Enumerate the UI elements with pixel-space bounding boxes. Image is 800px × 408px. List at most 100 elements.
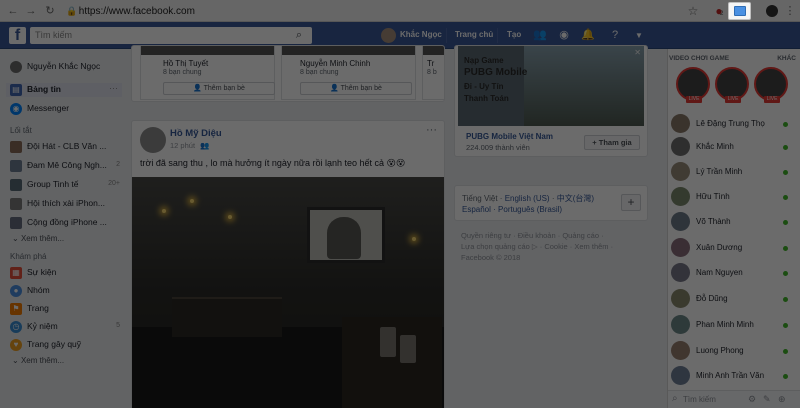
more-options-icon[interactable]: ···: [109, 83, 118, 93]
search-icon[interactable]: ⌕: [293, 29, 305, 41]
explore-label: Sự kiện: [27, 267, 57, 277]
contact-name: Lê Đặng Trung Thọ: [696, 119, 765, 128]
extension-icon[interactable]: ●: [712, 4, 726, 18]
language-row-1: Tiếng Việt · English (US) · 中文(台灣): [462, 194, 595, 203]
bookmark-star-icon[interactable]: ☆: [686, 4, 700, 18]
add-friend-icon: 👤: [193, 85, 204, 92]
memories-clock-icon: ◷: [10, 321, 22, 333]
shortcut-item[interactable]: Cộng đồng iPhone ...: [10, 216, 120, 230]
contact-avatar: [671, 212, 690, 231]
profile-avatar-icon[interactable]: [766, 5, 778, 17]
shortcut-item[interactable]: Hội thích xài iPhon...: [10, 197, 120, 211]
sidebar-item-messenger[interactable]: ◉ Messenger: [10, 102, 120, 116]
profile-avatar[interactable]: [381, 28, 396, 43]
post-options-icon[interactable]: ···: [426, 124, 437, 136]
join-group-button[interactable]: + Tham gia: [584, 135, 640, 150]
search-input[interactable]: Tìm kiếm ⌕: [30, 27, 312, 44]
sidebar-item-news-feed[interactable]: ▤ Bảng tin ···: [6, 83, 122, 97]
explore-item-events[interactable]: ▦ Sự kiện: [10, 266, 120, 280]
language-link-en[interactable]: English (US): [505, 194, 550, 203]
contact-item[interactable]: Võ Thành: [671, 212, 791, 232]
suggestion-card: Hồ Thị Tuyết 8 bạn chung 👤 Thêm bạn bè: [140, 46, 275, 100]
language-link-pt[interactable]: Português (Brasil): [498, 205, 562, 214]
explore-label: Kỷ niệm: [27, 321, 58, 331]
reload-icon[interactable]: ↻: [43, 4, 57, 18]
lock-icon: 🔒: [66, 6, 78, 16]
explore-item-pages[interactable]: ⚑ Trang: [10, 302, 120, 316]
add-language-button[interactable]: +: [621, 194, 641, 211]
group-thumbnail-icon: [10, 179, 22, 191]
footer-line-2[interactable]: Lựa chọn quảng cáo ▷ · Cookie · Xem thêm…: [461, 241, 651, 252]
ad-image[interactable]: Nạp Game PUBG Mobile Đi - Uy Tín Thanh T…: [458, 46, 644, 126]
contact-item[interactable]: Lý Trần Minh: [671, 162, 791, 182]
contact-item[interactable]: Khắc Minh: [671, 137, 791, 157]
post-photo[interactable]: [132, 177, 444, 408]
explore-label: Trang gây quỹ: [27, 339, 82, 349]
friend-requests-icon[interactable]: 👥: [533, 29, 547, 42]
post-author-name[interactable]: Hồ Mỹ Diệu: [170, 128, 222, 139]
see-more-explore[interactable]: ⌄ Xem thêm...: [12, 356, 64, 365]
chevron-down-icon: ⌄: [12, 356, 19, 365]
suggestion-name[interactable]: Tr: [427, 59, 434, 68]
contact-item[interactable]: Đỗ Dũng: [671, 289, 791, 309]
suggestion-name[interactable]: Hồ Thị Tuyết: [163, 59, 208, 68]
shortcuts-heading: Lối tắt: [10, 126, 32, 135]
post-timestamp[interactable]: 12 phút 👥: [170, 141, 209, 150]
account-dropdown-icon[interactable]: ▼: [632, 29, 646, 42]
sidebar-item-profile[interactable]: Nguyễn Khắc Ngọc: [10, 60, 120, 74]
messenger-icon[interactable]: ◉: [557, 29, 571, 42]
contact-item[interactable]: Hữu Tình: [671, 187, 791, 207]
explore-item-memories[interactable]: ◷ Kỷ niệm 5: [10, 320, 120, 334]
shortcut-item[interactable]: Đam Mê Công Ngh... 2: [10, 159, 120, 173]
contact-name: Luong Phong: [696, 346, 744, 355]
contact-item[interactable]: Luong Phong: [671, 341, 791, 361]
language-link-es[interactable]: Español: [462, 205, 491, 214]
screenshot-extension-icon: [734, 6, 746, 16]
address-bar[interactable]: 🔒 https://www.facebook.com: [66, 3, 674, 19]
video-other-link[interactable]: KHÁC: [777, 55, 796, 62]
group-thumbnail-icon: [10, 141, 22, 153]
contact-item[interactable]: Nam Nguyen: [671, 263, 791, 283]
footer-line-1[interactable]: Quyền riêng tư · Điều khoản · Quảng cáo …: [461, 230, 651, 241]
chat-search-bar[interactable]: ⌕ Tìm kiếm ⚙ ✎ ⊕: [668, 390, 800, 408]
post-author-avatar[interactable]: [140, 127, 166, 153]
add-friend-button[interactable]: 👤 Thêm bạn bè: [163, 82, 275, 95]
ad-close-icon[interactable]: ✕: [634, 48, 641, 57]
online-status-dot: [783, 246, 788, 251]
highlighted-extension-button[interactable]: [728, 2, 751, 20]
suggestion-name[interactable]: Nguyễn Minh Chinh: [300, 59, 370, 68]
facebook-logo[interactable]: f: [9, 27, 26, 44]
contact-item[interactable]: Lê Đặng Trung Thọ: [671, 114, 791, 134]
new-message-icon[interactable]: ✎: [763, 394, 771, 405]
live-video-thumbnail[interactable]: LIVE: [715, 67, 749, 103]
group-chat-icon[interactable]: ⊕: [778, 394, 786, 405]
explore-item-groups[interactable]: ● Nhóm: [10, 284, 120, 298]
chat-settings-gear-icon[interactable]: ⚙: [748, 394, 756, 405]
ad-text-3: Đi - Uy Tín: [464, 82, 504, 91]
shortcut-item[interactable]: Group Tinh tế 20+: [10, 178, 120, 192]
back-icon[interactable]: ←: [6, 4, 20, 18]
forward-icon[interactable]: →: [24, 4, 38, 18]
language-row-2: Español · Português (Brasil): [462, 205, 563, 214]
profile-link[interactable]: Khắc Ngọc: [400, 30, 442, 39]
notifications-bell-icon[interactable]: 🔔: [581, 29, 595, 42]
audience-friends-icon: 👥: [200, 141, 210, 150]
language-link-zh[interactable]: 中文(台灣): [557, 194, 594, 203]
explore-item-fundraisers[interactable]: ♥ Trang gây quỹ: [10, 338, 120, 352]
create-link[interactable]: Tạo: [507, 30, 521, 39]
live-video-thumbnail[interactable]: LIVE: [754, 67, 788, 103]
live-video-thumbnail[interactable]: LIVE: [676, 67, 710, 103]
contact-item[interactable]: Xuân Dương: [671, 238, 791, 258]
help-icon[interactable]: ?: [608, 29, 622, 42]
see-more-shortcuts[interactable]: ⌄ Xem thêm...: [12, 234, 64, 243]
home-link[interactable]: Trang chủ: [455, 30, 493, 39]
menu-kebab-icon[interactable]: ⋮: [783, 4, 797, 18]
contact-item[interactable]: Minh Anh Trần Văn: [671, 366, 791, 386]
online-status-dot: [783, 271, 788, 276]
shortcut-item[interactable]: Đội Hát - CLB Văn ...: [10, 140, 120, 154]
ad-page-name[interactable]: PUBG Mobile Việt Nam: [466, 132, 553, 141]
explore-label: Trang: [27, 303, 49, 313]
photo-table: [172, 297, 282, 337]
contact-item[interactable]: Phan Minh Minh: [671, 315, 791, 335]
add-friend-button[interactable]: 👤 Thêm bạn bè: [300, 82, 412, 95]
